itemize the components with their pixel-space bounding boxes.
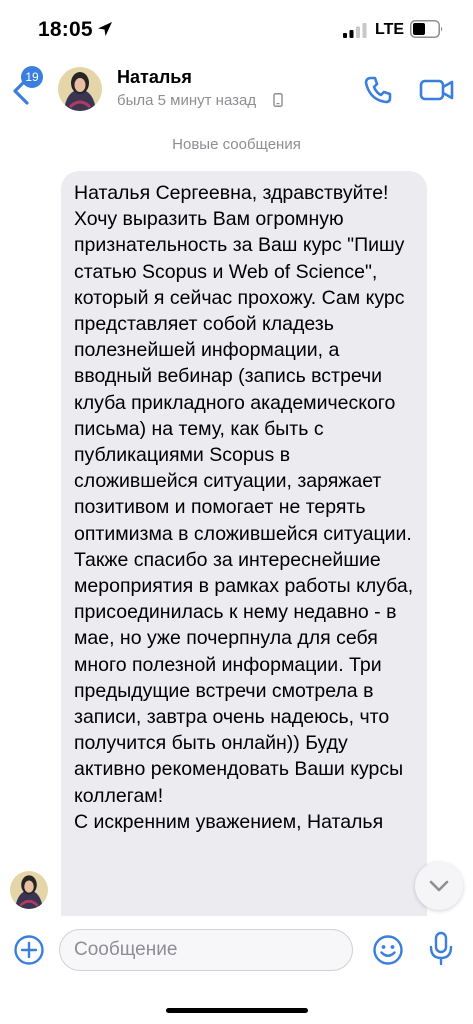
smile-icon[interactable] <box>372 934 404 966</box>
message-text: Наталья Сергеевна, здравствуйте! Хочу вы… <box>74 182 414 833</box>
microphone-icon[interactable] <box>428 931 454 967</box>
mobile-device-icon <box>273 93 283 107</box>
plus-icon[interactable] <box>13 934 45 966</box>
status-bar: 18:05 LTE <box>0 0 473 62</box>
chat-header: 19 Наталья была 5 минут назад <box>0 62 473 120</box>
battery-icon <box>410 20 443 38</box>
signal-icon <box>343 23 367 38</box>
network-type: LTE <box>375 21 405 38</box>
scroll-down-button[interactable] <box>415 862 463 910</box>
composer-bar <box>0 916 473 1024</box>
message-input[interactable] <box>59 929 353 971</box>
contact-name[interactable]: Наталья <box>117 67 192 88</box>
message-bubble[interactable]: Наталья Сергеевна, здравствуйте! Хочу вы… <box>61 171 427 931</box>
last-seen-status: была 5 минут назад <box>117 92 257 109</box>
contact-avatar[interactable] <box>58 67 102 111</box>
new-messages-divider: Новые сообщения <box>172 136 301 153</box>
phone-icon[interactable] <box>362 74 394 106</box>
home-indicator <box>166 1008 308 1013</box>
location-arrow-icon <box>98 22 112 36</box>
unread-badge: 19 <box>21 66 43 88</box>
status-time: 18:05 <box>38 18 93 41</box>
video-camera-icon[interactable] <box>419 76 455 104</box>
sender-avatar[interactable] <box>10 871 48 909</box>
chevron-down-icon <box>429 880 449 892</box>
